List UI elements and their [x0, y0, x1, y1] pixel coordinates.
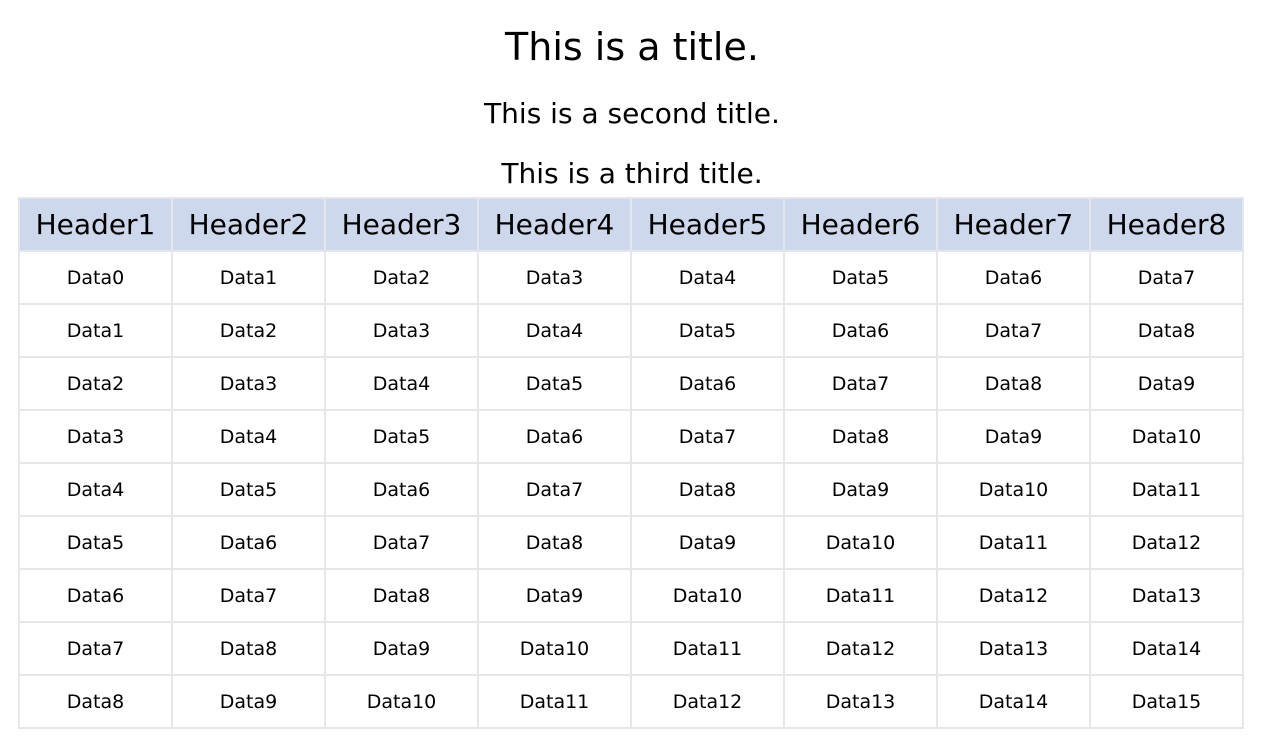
table-cell: Data1	[171, 250, 326, 305]
table-cell: Data10	[1089, 409, 1244, 464]
table-cell: Data9	[324, 621, 479, 676]
table-body: Data0 Data1 Data2 Data3 Data4 Data5 Data6 Data7…	[18, 250, 1244, 729]
table-cell: Data10	[477, 621, 632, 676]
table-cell: Data2	[324, 250, 479, 305]
table-cell: Data9	[630, 515, 785, 570]
table-cell: Data6	[936, 250, 1091, 305]
table-header: Header1 Header2 Header3 Header4 Header5 …	[18, 197, 1244, 252]
table-cell: Data6	[171, 515, 326, 570]
table-cell: Data6	[18, 568, 173, 623]
table-cell: Data10	[783, 515, 938, 570]
table-cell: Data8	[630, 462, 785, 517]
table-cell: Data8	[18, 674, 173, 729]
table-cell: Data1	[18, 303, 173, 358]
table-cell: Data3	[324, 303, 479, 358]
table-cell: Data2	[18, 356, 173, 411]
table-cell: Data5	[630, 303, 785, 358]
table-cell: Data6	[477, 409, 632, 464]
header-row: Header1 Header2 Header3 Header4 Header5 …	[18, 197, 1244, 252]
table-cell: Data8	[324, 568, 479, 623]
table-cell: Data4	[477, 303, 632, 358]
table-cell: Data5	[783, 250, 938, 305]
table-cell: Data8	[477, 515, 632, 570]
table-cell: Data9	[171, 674, 326, 729]
column-header: Header3	[324, 197, 479, 252]
table-cell: Data11	[783, 568, 938, 623]
table-cell: Data10	[936, 462, 1091, 517]
table-row: Data6 Data7 Data8 Data9 Data10 Data11 Data12 Da…	[18, 568, 1244, 623]
table-cell: Data5	[18, 515, 173, 570]
table-row: Data4 Data5 Data6 Data7 Data8 Data9 Data10 Data…	[18, 462, 1244, 517]
table-cell: Data12	[783, 621, 938, 676]
table-cell: Data14	[1089, 621, 1244, 676]
table-cell: Data4	[18, 462, 173, 517]
column-header: Header1	[18, 197, 173, 252]
table-cell: Data15	[1089, 674, 1244, 729]
table-cell: Data11	[1089, 462, 1244, 517]
page-title: This is a title.	[505, 25, 759, 69]
table-cell: Data12	[1089, 515, 1244, 570]
table-cell: Data12	[630, 674, 785, 729]
column-header: Header8	[1089, 197, 1244, 252]
table-cell: Data7	[1089, 250, 1244, 305]
table-cell: Data3	[477, 250, 632, 305]
table-cell: Data7	[171, 568, 326, 623]
table-cell: Data4	[324, 356, 479, 411]
table-cell: Data13	[783, 674, 938, 729]
table-cell: Data9	[477, 568, 632, 623]
table-row: Data1 Data2 Data3 Data4 Data5 Data6 Data7 Data8	[18, 303, 1244, 358]
table-cell: Data3	[18, 409, 173, 464]
data-table: Header1 Header2 Header3 Header4 Header5 …	[18, 197, 1244, 729]
table-row: Data8 Data9 Data10 Data11 Data12 Data13 Data14…	[18, 674, 1244, 729]
table-cell: Data7	[783, 356, 938, 411]
table-row: Data7 Data8 Data9 Data10 Data11 Data12 Data13 D…	[18, 621, 1244, 676]
table-cell: Data7	[630, 409, 785, 464]
table-cell: Data8	[936, 356, 1091, 411]
table-cell: Data5	[477, 356, 632, 411]
table-cell: Data9	[936, 409, 1091, 464]
column-header: Header7	[936, 197, 1091, 252]
table-cell: Data7	[477, 462, 632, 517]
table-cell: Data4	[630, 250, 785, 305]
table-cell: Data6	[630, 356, 785, 411]
table-row: Data5 Data6 Data7 Data8 Data9 Data10 Data11 Dat…	[18, 515, 1244, 570]
table-cell: Data6	[783, 303, 938, 358]
table-cell: Data8	[171, 621, 326, 676]
table-cell: Data10	[630, 568, 785, 623]
table-row: Data0 Data1 Data2 Data3 Data4 Data5 Data6 Data7	[18, 250, 1244, 305]
table-cell: Data7	[936, 303, 1091, 358]
table-cell: Data13	[1089, 568, 1244, 623]
table-cell: Data4	[171, 409, 326, 464]
table-cell: Data11	[936, 515, 1091, 570]
table-cell: Data5	[171, 462, 326, 517]
table-cell: Data7	[324, 515, 479, 570]
table-cell: Data8	[783, 409, 938, 464]
table-cell: Data11	[630, 621, 785, 676]
column-header: Header2	[171, 197, 326, 252]
column-header: Header4	[477, 197, 632, 252]
table-cell: Data5	[324, 409, 479, 464]
table-cell: Data12	[936, 568, 1091, 623]
table-cell: Data2	[171, 303, 326, 358]
table-cell: Data8	[1089, 303, 1244, 358]
table-cell: Data7	[18, 621, 173, 676]
second-title: This is a second title.	[484, 97, 780, 130]
table-cell: Data11	[477, 674, 632, 729]
table-cell: Data6	[324, 462, 479, 517]
table-cell: Data0	[18, 250, 173, 305]
column-header: Header5	[630, 197, 785, 252]
table-cell: Data3	[171, 356, 326, 411]
table-cell: Data13	[936, 621, 1091, 676]
third-title: This is a third title.	[501, 157, 763, 190]
table-cell: Data9	[783, 462, 938, 517]
table-row: Data3 Data4 Data5 Data6 Data7 Data8 Data9 Data1…	[18, 409, 1244, 464]
table-cell: Data10	[324, 674, 479, 729]
table-cell: Data9	[1089, 356, 1244, 411]
column-header: Header6	[783, 197, 938, 252]
table-row: Data2 Data3 Data4 Data5 Data6 Data7 Data8 Data9	[18, 356, 1244, 411]
table-cell: Data14	[936, 674, 1091, 729]
